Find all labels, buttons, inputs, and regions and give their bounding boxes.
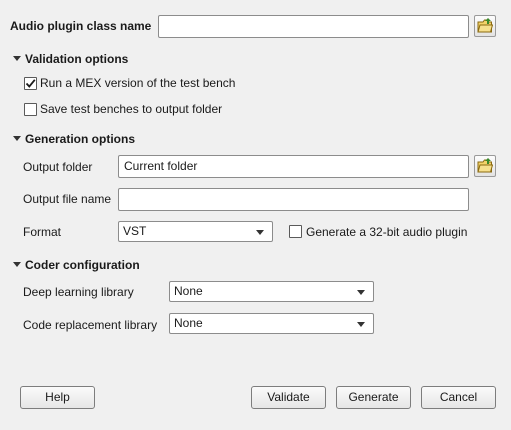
generation-options-header[interactable]: Generation options <box>13 132 135 146</box>
deep-learning-label: Deep learning library <box>23 285 134 299</box>
gen32-checkbox[interactable] <box>289 225 302 238</box>
save-benches-label: Save test benches to output folder <box>40 102 223 116</box>
output-folder-input[interactable]: Current folder <box>118 155 469 178</box>
output-folder-label: Output folder <box>23 160 93 174</box>
chevron-down-icon <box>357 290 365 295</box>
help-button[interactable]: Help <box>20 386 95 409</box>
format-label: Format <box>23 225 62 239</box>
plugin-class-input[interactable] <box>158 15 469 38</box>
coder-config-header[interactable]: Coder configuration <box>13 258 140 272</box>
format-value: VST <box>123 224 147 238</box>
output-file-label: Output file name <box>23 192 112 206</box>
format-dropdown[interactable]: VST <box>118 221 273 242</box>
output-file-input[interactable] <box>118 188 469 211</box>
code-replacement-value: None <box>174 316 203 330</box>
coder-config-title: Coder configuration <box>25 258 140 272</box>
code-replacement-label: Code replacement library <box>23 318 158 332</box>
run-mex-label: Run a MEX version of the test bench <box>40 76 236 90</box>
save-benches-checkbox[interactable] <box>24 103 37 116</box>
deep-learning-value: None <box>174 284 203 298</box>
generate-button[interactable]: Generate <box>336 386 411 409</box>
validation-options-header[interactable]: Validation options <box>13 52 128 66</box>
run-mex-checkbox[interactable] <box>24 77 37 90</box>
validation-options-title: Validation options <box>25 52 129 66</box>
code-replacement-dropdown[interactable]: None <box>169 313 374 334</box>
output-folder-browse-button[interactable] <box>474 155 496 177</box>
chevron-down-icon <box>256 230 264 235</box>
chevron-down-icon <box>357 322 365 327</box>
plugin-class-browse-button[interactable] <box>474 15 496 37</box>
plugin-class-label: Audio plugin class name <box>10 19 152 33</box>
deep-learning-dropdown[interactable]: None <box>169 281 374 302</box>
collapse-caret-icon <box>13 262 21 267</box>
folder-open-icon <box>477 158 493 173</box>
generation-options-title: Generation options <box>25 132 136 146</box>
gen32-label: Generate a 32-bit audio plugin <box>306 225 468 239</box>
collapse-caret-icon <box>13 56 21 61</box>
folder-open-icon <box>477 18 493 33</box>
collapse-caret-icon <box>13 136 21 141</box>
checkmark-icon <box>25 79 36 88</box>
cancel-button[interactable]: Cancel <box>421 386 496 409</box>
validate-button[interactable]: Validate <box>251 386 326 409</box>
